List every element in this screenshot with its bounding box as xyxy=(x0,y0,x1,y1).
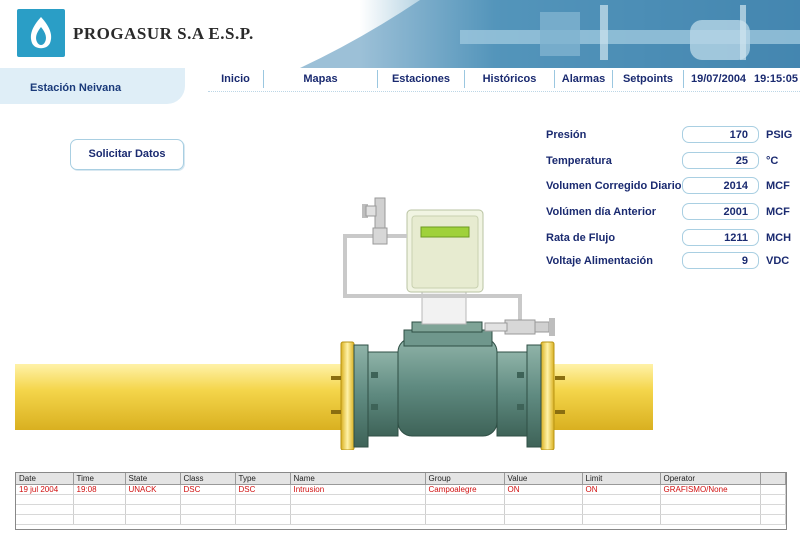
header: PROGASUR S.A E.S.P. xyxy=(0,0,800,68)
temperature-unit: °C xyxy=(766,155,779,167)
cell-group: Campoalegre xyxy=(425,484,505,495)
cell-operator: GRAFISMO/None xyxy=(660,484,761,495)
nav-setpoints[interactable]: Setpoints xyxy=(613,70,684,88)
cell-state: UNACK xyxy=(125,484,181,495)
nav-historicos[interactable]: Históricos xyxy=(465,70,555,88)
cell-date: 19 jul 2004 xyxy=(16,484,74,495)
column-header-date[interactable]: Date xyxy=(16,473,74,485)
table-row[interactable]: 19 jul 2004 19:08 UNACK DSC DSC Intrusio… xyxy=(16,484,786,495)
nav-divider xyxy=(208,91,800,92)
column-header-time[interactable]: Time xyxy=(73,473,126,485)
column-header-group[interactable]: Group xyxy=(425,473,505,485)
company-logo xyxy=(17,9,65,57)
column-header-spacer xyxy=(760,473,786,485)
cell-time: 19:08 xyxy=(73,484,126,495)
column-header-operator[interactable]: Operator xyxy=(660,473,761,485)
table-row-empty xyxy=(16,494,786,505)
cell-class: DSC xyxy=(180,484,236,495)
left-pipe xyxy=(15,364,345,430)
table-row-empty xyxy=(16,514,786,525)
cell-name: Intrusion xyxy=(290,484,426,495)
pressure-label: Presión xyxy=(546,129,587,141)
alarm-table: Date Time State Class Type Name Group Va… xyxy=(15,472,787,530)
right-pipe xyxy=(553,364,653,430)
station-name: Estación Neivana xyxy=(30,82,122,94)
nav-estaciones[interactable]: Estaciones xyxy=(378,70,465,88)
nav-inicio[interactable]: Inicio xyxy=(208,70,264,88)
column-header-value[interactable]: Value xyxy=(504,473,583,485)
current-date: 19/07/2004 xyxy=(691,73,747,85)
cell-type: DSC xyxy=(235,484,291,495)
alarm-table-header: Date Time State Class Type Name Group Va… xyxy=(16,473,786,485)
column-header-state[interactable]: State xyxy=(125,473,181,485)
cell-limit: ON xyxy=(582,484,661,495)
pressure-unit: PSIG xyxy=(766,129,793,141)
request-data-button[interactable]: Solicitar Datos xyxy=(70,139,184,170)
current-time: 19:15:05 xyxy=(754,73,799,85)
column-header-class[interactable]: Class xyxy=(180,473,236,485)
cell-value: ON xyxy=(504,484,583,495)
company-name: PROGASUR S.A E.S.P. xyxy=(73,24,254,43)
column-header-type[interactable]: Type xyxy=(235,473,291,485)
gas-meter-diagram xyxy=(15,197,653,450)
column-header-limit[interactable]: Limit xyxy=(582,473,661,485)
table-row-empty xyxy=(16,504,786,515)
column-header-name[interactable]: Name xyxy=(290,473,426,485)
nav-alarmas[interactable]: Alarmas xyxy=(555,70,613,88)
nav-mapas[interactable]: Mapas xyxy=(264,70,378,88)
temperature-value: 25 xyxy=(682,152,759,169)
lcd-display xyxy=(420,226,470,238)
pressure-value: 170 xyxy=(682,126,759,143)
temperature-label: Temperatura xyxy=(546,155,612,167)
